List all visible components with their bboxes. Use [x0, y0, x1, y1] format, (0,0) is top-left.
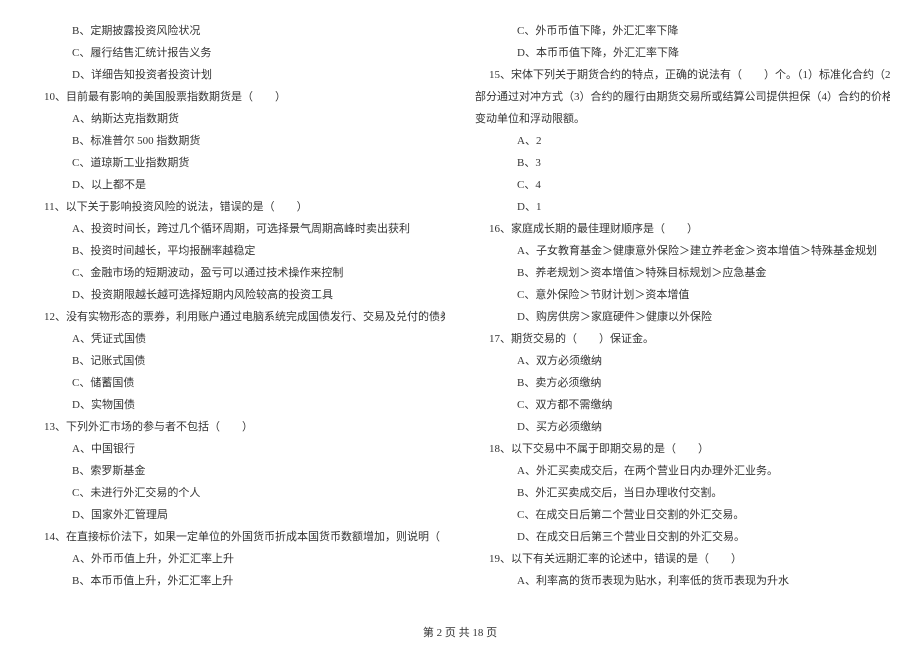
q18-option-b: B、外汇买卖成交后，当日办理收付交割。 — [475, 482, 890, 504]
q13-text: 13、下列外汇市场的参与者不包括（ ） — [30, 416, 445, 438]
q12-option-b: B、记账式国债 — [30, 350, 445, 372]
right-column: C、外币币值下降，外汇汇率下降 D、本币币值下降，外汇汇率下降 15、宋体下列关… — [475, 20, 890, 592]
q10-option-d: D、以上都不是 — [30, 174, 445, 196]
page-footer: 第 2 页 共 18 页 — [0, 624, 920, 640]
q18-text: 18、以下交易中不属于即期交易的是（ ） — [475, 438, 890, 460]
q15-cont2: 变动单位和浮动限额。 — [475, 108, 890, 130]
q14-option-c: C、外币币值下降，外汇汇率下降 — [475, 20, 890, 42]
q15-option-c: C、4 — [475, 174, 890, 196]
q15-option-a: A、2 — [475, 130, 890, 152]
q11-option-c: C、金融市场的短期波动，盈亏可以通过技术操作来控制 — [30, 262, 445, 284]
q19-option-a: A、利率高的货币表现为贴水，利率低的货币表现为升水 — [475, 570, 890, 592]
q14-option-a: A、外币币值上升，外汇汇率上升 — [30, 548, 445, 570]
q16-option-b: B、养老规划＞资本增值＞特殊目标规划＞应急基金 — [475, 262, 890, 284]
q17-option-c: C、双方都不需缴纳 — [475, 394, 890, 416]
q16-option-d: D、购房供房＞家庭硬件＞健康以外保险 — [475, 306, 890, 328]
q16-option-a: A、子女教育基金＞健康意外保险＞建立养老金＞资本增值＞特殊基金规划 — [475, 240, 890, 262]
q11-option-b: B、投资时间越长，平均报酬率越稳定 — [30, 240, 445, 262]
q17-option-d: D、买方必须缴纳 — [475, 416, 890, 438]
q17-option-a: A、双方必须缴纳 — [475, 350, 890, 372]
q13-option-a: A、中国银行 — [30, 438, 445, 460]
q14-option-b: B、本币币值上升，外汇汇率上升 — [30, 570, 445, 592]
q9-option-d: D、详细告知投资者投资计划 — [30, 64, 445, 86]
q10-option-c: C、道琼斯工业指数期货 — [30, 152, 445, 174]
q10-option-a: A、纳斯达克指数期货 — [30, 108, 445, 130]
q12-option-c: C、储蓄国债 — [30, 372, 445, 394]
q12-text: 12、没有实物形态的票券，利用账户通过电脑系统完成国债发行、交易及兑付的债券（ … — [30, 306, 445, 328]
q10-text: 10、目前最有影响的美国股票指数期货是（ ） — [30, 86, 445, 108]
q15-option-d: D、1 — [475, 196, 890, 218]
q9-option-b: B、定期披露投资风险状况 — [30, 20, 445, 42]
q10-option-b: B、标准普尔 500 指数期货 — [30, 130, 445, 152]
page-content: B、定期披露投资风险状况 C、履行结售汇统计报告义务 D、详细告知投资者投资计划… — [0, 0, 920, 622]
q13-option-c: C、未进行外汇交易的个人 — [30, 482, 445, 504]
q18-option-d: D、在成交日后第三个营业日交割的外汇交易。 — [475, 526, 890, 548]
q15-option-b: B、3 — [475, 152, 890, 174]
q14-option-d: D、本币币值下降，外汇汇率下降 — [475, 42, 890, 64]
q17-option-b: B、卖方必须缴纳 — [475, 372, 890, 394]
q11-option-d: D、投资期限越长越可选择短期内风险较高的投资工具 — [30, 284, 445, 306]
q11-text: 11、以下关于影响投资风险的说法，错误的是（ ） — [30, 196, 445, 218]
q12-option-a: A、凭证式国债 — [30, 328, 445, 350]
q16-option-c: C、意外保险＞节财计划＞资本增值 — [475, 284, 890, 306]
q18-option-c: C、在成交日后第二个营业日交割的外汇交易。 — [475, 504, 890, 526]
q16-text: 16、家庭成长期的最佳理财顺序是（ ） — [475, 218, 890, 240]
q9-option-c: C、履行结售汇统计报告义务 — [30, 42, 445, 64]
q18-option-a: A、外汇买卖成交后，在两个营业日内办理外汇业务。 — [475, 460, 890, 482]
q11-option-a: A、投资时间长，跨过几个循环周期，可选择景气周期高峰时卖出获利 — [30, 218, 445, 240]
q12-option-d: D、实物国债 — [30, 394, 445, 416]
q19-text: 19、以下有关远期汇率的论述中，错误的是（ ） — [475, 548, 890, 570]
q17-text: 17、期货交易的（ ）保证金。 — [475, 328, 890, 350]
q13-option-d: D、国家外汇管理局 — [30, 504, 445, 526]
left-column: B、定期披露投资风险状况 C、履行结售汇统计报告义务 D、详细告知投资者投资计划… — [30, 20, 445, 592]
q15-text: 15、宋体下列关于期货合约的特点，正确的说法有（ ）个。（1）标准化合约（2）履… — [475, 64, 890, 86]
q15-cont1: 部分通过对冲方式（3）合约的履行由期货交易所或结算公司提供担保（4）合约的价格有… — [475, 86, 890, 108]
q14-text: 14、在直接标价法下，如果一定单位的外国货币折成本国货币数额增加，则说明（ ） — [30, 526, 445, 548]
q13-option-b: B、索罗斯基金 — [30, 460, 445, 482]
